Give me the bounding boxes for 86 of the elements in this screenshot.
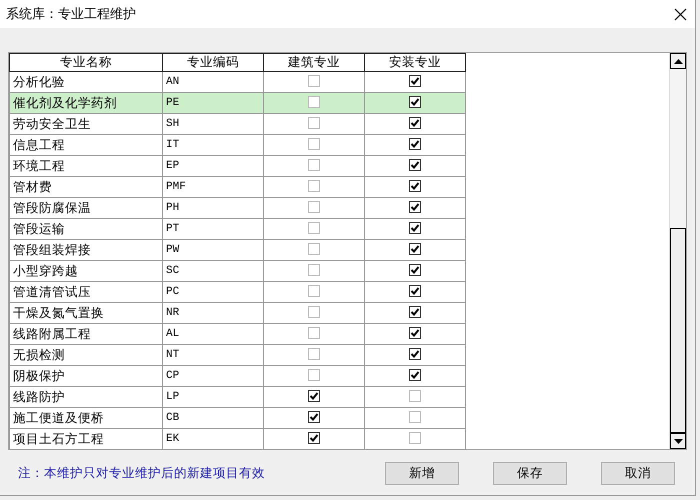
dialog-button[interactable]: 保存 (493, 462, 567, 485)
table-cell: PH (162, 198, 264, 218)
table-cell: 劳动安全卫生 (10, 114, 162, 134)
checkbox[interactable] (308, 158, 320, 170)
checkbox[interactable] (308, 368, 320, 380)
checkbox[interactable] (308, 326, 320, 338)
column-header: 专业编码 (162, 54, 264, 72)
up-arrow-icon (674, 58, 682, 64)
checkbox[interactable] (409, 348, 421, 360)
checkbox[interactable] (409, 432, 421, 444)
table-cell: EK (162, 428, 264, 450)
checkbox[interactable] (308, 390, 320, 402)
checkbox[interactable] (308, 348, 320, 360)
checkbox[interactable] (409, 180, 421, 192)
scroll-up-button[interactable] (670, 53, 686, 69)
table-cell: 阴极保护 (10, 366, 162, 386)
dialog-button[interactable]: 取消 (601, 462, 675, 485)
checkbox[interactable] (409, 326, 421, 338)
column-header: 专业名称 (10, 54, 162, 72)
table-cell: 管段防腐保温 (10, 198, 162, 218)
checkbox[interactable] (308, 306, 320, 318)
table-cell: SH (162, 114, 264, 134)
checkbox[interactable] (409, 116, 421, 128)
table-cell: 施工便道及便桥 (10, 408, 162, 428)
checkbox[interactable] (308, 96, 320, 108)
checkbox[interactable] (409, 74, 421, 86)
table-cell: PT (162, 218, 264, 240)
table-cell: 线路附属工程 (10, 324, 162, 344)
checkbox[interactable] (409, 368, 421, 380)
table-cell: PMF (162, 176, 264, 198)
scrollbar[interactable] (669, 53, 686, 449)
checkbox[interactable] (308, 200, 320, 212)
table-cell: 管道清管试压 (10, 282, 162, 302)
dialog-button[interactable]: 新增 (385, 462, 459, 485)
window-title: 系统库：专业工程维护 (6, 6, 136, 23)
checkbox[interactable] (308, 264, 320, 276)
table-cell: PC (162, 282, 264, 302)
table-cell: IT (162, 134, 264, 156)
checkbox[interactable] (409, 264, 421, 276)
checkbox[interactable] (409, 200, 421, 212)
checkbox[interactable] (409, 284, 421, 296)
table-cell: PW (162, 240, 264, 260)
table-cell: 线路防护 (10, 386, 162, 408)
checkbox[interactable] (308, 74, 320, 86)
table-cell: PE (162, 92, 264, 114)
table-cell: 管段组装焊接 (10, 240, 162, 260)
table-cell: 管段运输 (10, 218, 162, 240)
checkbox[interactable] (409, 138, 421, 150)
checkbox[interactable] (308, 222, 320, 234)
checkbox[interactable] (409, 306, 421, 318)
column-header: 建筑专业 (264, 54, 364, 72)
table-cell: 管材费 (10, 176, 162, 198)
checkbox[interactable] (308, 410, 320, 422)
table-cell: SC (162, 260, 264, 282)
table-cell: CP (162, 366, 264, 386)
checkbox[interactable] (409, 158, 421, 170)
scroll-down-button[interactable] (670, 433, 686, 449)
checkbox[interactable] (409, 242, 421, 254)
checkbox[interactable] (409, 410, 421, 422)
checkbox[interactable] (409, 390, 421, 402)
checkbox[interactable] (308, 432, 320, 444)
table-cell: NR (162, 302, 264, 324)
checkbox[interactable] (409, 96, 421, 108)
checkbox[interactable] (308, 138, 320, 150)
table-cell: 项目土石方工程 (10, 428, 162, 450)
checkbox[interactable] (308, 116, 320, 128)
close-icon[interactable] (674, 8, 687, 20)
column-header: 安装专业 (364, 54, 466, 72)
scroll-thumb[interactable] (670, 228, 686, 433)
checkbox[interactable] (308, 180, 320, 192)
table-cell: 干燥及氮气置换 (10, 302, 162, 324)
checkbox[interactable] (409, 222, 421, 234)
table-cell: 催化剂及化学药剂 (10, 92, 162, 114)
table-cell: 无损检测 (10, 344, 162, 366)
table-cell: 环境工程 (10, 156, 162, 176)
table-cell: CB (162, 408, 264, 428)
table-cell: AL (162, 324, 264, 344)
checkbox[interactable] (308, 242, 320, 254)
table-cell: 信息工程 (10, 134, 162, 156)
table-cell: EP (162, 156, 264, 176)
checkbox[interactable] (308, 284, 320, 296)
table-cell: 小型穿跨越 (10, 260, 162, 282)
down-arrow-icon (674, 438, 682, 444)
note-text: 注：本维护只对专业维护后的新建项目有效 (18, 465, 266, 482)
table-cell: LP (162, 386, 264, 408)
table-cell: NT (162, 344, 264, 366)
